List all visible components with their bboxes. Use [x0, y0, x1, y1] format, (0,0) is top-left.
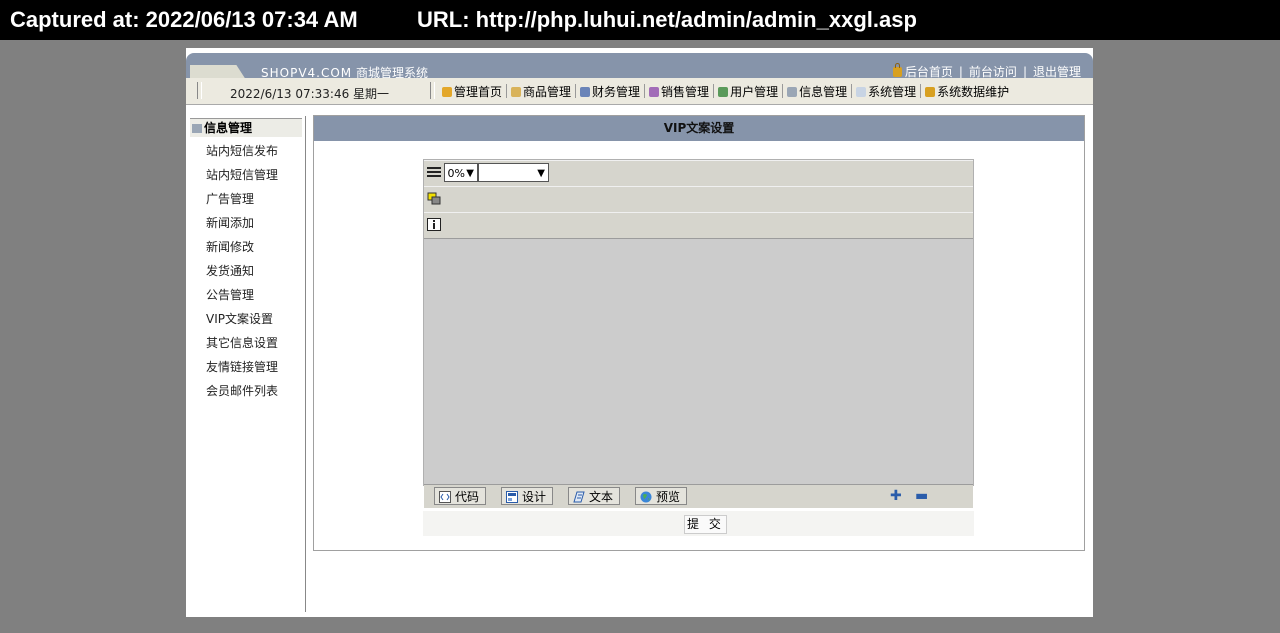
nav-item-finance[interactable]: 财务管理	[580, 85, 640, 99]
sidebar-item-message-manage[interactable]: 站内短信管理	[206, 166, 278, 183]
nav-item-sales[interactable]: 销售管理	[649, 85, 709, 99]
nav-label: 系统数据维护	[937, 85, 1010, 99]
align-icon[interactable]	[427, 166, 441, 179]
editor-mode-bar: 代码 设计 文本 预览 ✚ ▬	[424, 484, 973, 508]
editor-toolbar-1: 100%▼ ▼	[424, 160, 973, 187]
nav-label: 管理首页	[454, 85, 503, 99]
nav-label: 系统管理	[868, 85, 917, 99]
sidebar-item-friend-links[interactable]: 友情链接管理	[206, 358, 278, 375]
zoom-select-value: 100%	[447, 167, 465, 180]
nav-label: 用户管理	[730, 85, 779, 99]
info-icon[interactable]	[427, 218, 441, 231]
mode-preview-label: 预览	[656, 490, 681, 504]
captured-url-text: URL: http://php.luhui.net/admin/admin_xx…	[417, 7, 917, 32]
nav-label: 财务管理	[592, 85, 641, 99]
zoom-select[interactable]: 100%▼	[444, 163, 478, 182]
folder-icon	[192, 124, 202, 133]
submit-button[interactable]: 提 交	[684, 515, 727, 534]
nav-label: 商品管理	[523, 85, 572, 99]
sidebar-item-ads[interactable]: 广告管理	[206, 190, 254, 207]
grip-handle-icon	[430, 82, 435, 99]
sidebar-item-news-add[interactable]: 新闻添加	[206, 214, 254, 231]
datetime-display: 2022/6/13 07:33:46 星期一	[230, 87, 390, 101]
editor-content-area[interactable]	[424, 239, 973, 485]
system-icon	[856, 87, 867, 97]
editor-toolbar-2	[424, 186, 973, 213]
sidebar-item-message-send[interactable]: 站内短信发布	[206, 142, 278, 159]
finance-icon	[580, 87, 591, 97]
mode-code-button[interactable]: 代码	[434, 487, 487, 505]
copy-format-icon[interactable]	[427, 192, 441, 205]
sidebar: 信息管理 站内短信发布 站内短信管理 广告管理 新闻添加 新闻修改 发货通知 公…	[186, 116, 306, 612]
mode-text-label: 文本	[589, 490, 614, 504]
header-nav-bar: 2022/6/13 07:33:46 星期一 管理首页 商品管理 财务管理 销售管理 用…	[186, 78, 1093, 105]
admin-window: SHOPV4.COM 商城管理系统 后台首页 | 前台访问 | 退出管理 2022/6/…	[186, 48, 1093, 617]
nav-item-home[interactable]: 管理首页	[442, 85, 502, 99]
info-icon	[787, 87, 798, 97]
sidebar-title: 信息管理	[190, 118, 302, 137]
zoom-in-icon[interactable]: ✚	[890, 489, 902, 503]
nav-item-users[interactable]: 用户管理	[718, 85, 778, 99]
lock-icon	[892, 63, 902, 77]
lock-icon	[925, 87, 936, 97]
header-top-bar: SHOPV4.COM 商城管理系统 后台首页 | 前台访问 | 退出管理	[186, 53, 1093, 83]
sidebar-item-other-info[interactable]: 其它信息设置	[206, 334, 278, 351]
content-panel: VIP文案设置 100%▼ ▼ 代码 设计 文本 预览 ✚ ▬	[313, 115, 1085, 551]
text-icon	[573, 491, 585, 503]
box-icon	[511, 87, 522, 97]
globe-icon	[640, 491, 652, 503]
mode-text-button[interactable]: 文本	[568, 487, 621, 505]
captured-at-text: Captured at: 2022/06/13 07:34 AM	[10, 7, 358, 32]
user-icon	[718, 87, 729, 97]
submit-row: 提 交	[423, 511, 974, 536]
font-select[interactable]: ▼	[478, 163, 549, 182]
sidebar-item-news-edit[interactable]: 新闻修改	[206, 238, 254, 255]
chart-icon	[649, 87, 660, 97]
capture-bar: Captured at: 2022/06/13 07:34 AM URL: ht…	[0, 0, 1280, 40]
nav-label: 信息管理	[799, 85, 848, 99]
grip-handle-icon	[197, 82, 202, 99]
nav-item-products[interactable]: 商品管理	[511, 85, 571, 99]
design-icon	[506, 491, 518, 503]
mode-design-button[interactable]: 设计	[501, 487, 554, 505]
page-title: VIP文案设置	[314, 116, 1084, 141]
sidebar-item-announcements[interactable]: 公告管理	[206, 286, 254, 303]
sidebar-item-member-emails[interactable]: 会员邮件列表	[206, 382, 278, 399]
nav-item-data-maintenance[interactable]: 系统数据维护	[925, 85, 1009, 99]
nav-label: 销售管理	[661, 85, 710, 99]
mode-code-label: 代码	[455, 490, 480, 504]
sidebar-item-vip-copy[interactable]: VIP文案设置	[206, 310, 273, 327]
link-logout[interactable]: 退出管理	[1033, 65, 1081, 79]
link-frontend[interactable]: 前台访问	[969, 65, 1017, 79]
mode-preview-button[interactable]: 预览	[635, 487, 688, 505]
main-nav: 管理首页 商品管理 财务管理 销售管理 用户管理 信息管理 系统管理 系统数据维护	[442, 83, 1009, 100]
zoom-out-icon[interactable]: ▬	[915, 489, 928, 503]
sidebar-title-text: 信息管理	[204, 121, 253, 135]
link-admin-home[interactable]: 后台首页	[905, 65, 953, 79]
nav-item-system[interactable]: 系统管理	[856, 85, 916, 99]
sidebar-item-shipping-notice[interactable]: 发货通知	[206, 262, 254, 279]
editor-toolbar-3	[424, 212, 973, 239]
nav-item-info[interactable]: 信息管理	[787, 85, 847, 99]
trophy-icon	[442, 87, 452, 97]
code-icon	[439, 491, 451, 503]
rich-text-editor: 100%▼ ▼ 代码 设计 文本 预览 ✚ ▬	[423, 159, 974, 508]
mode-design-label: 设计	[522, 490, 547, 504]
